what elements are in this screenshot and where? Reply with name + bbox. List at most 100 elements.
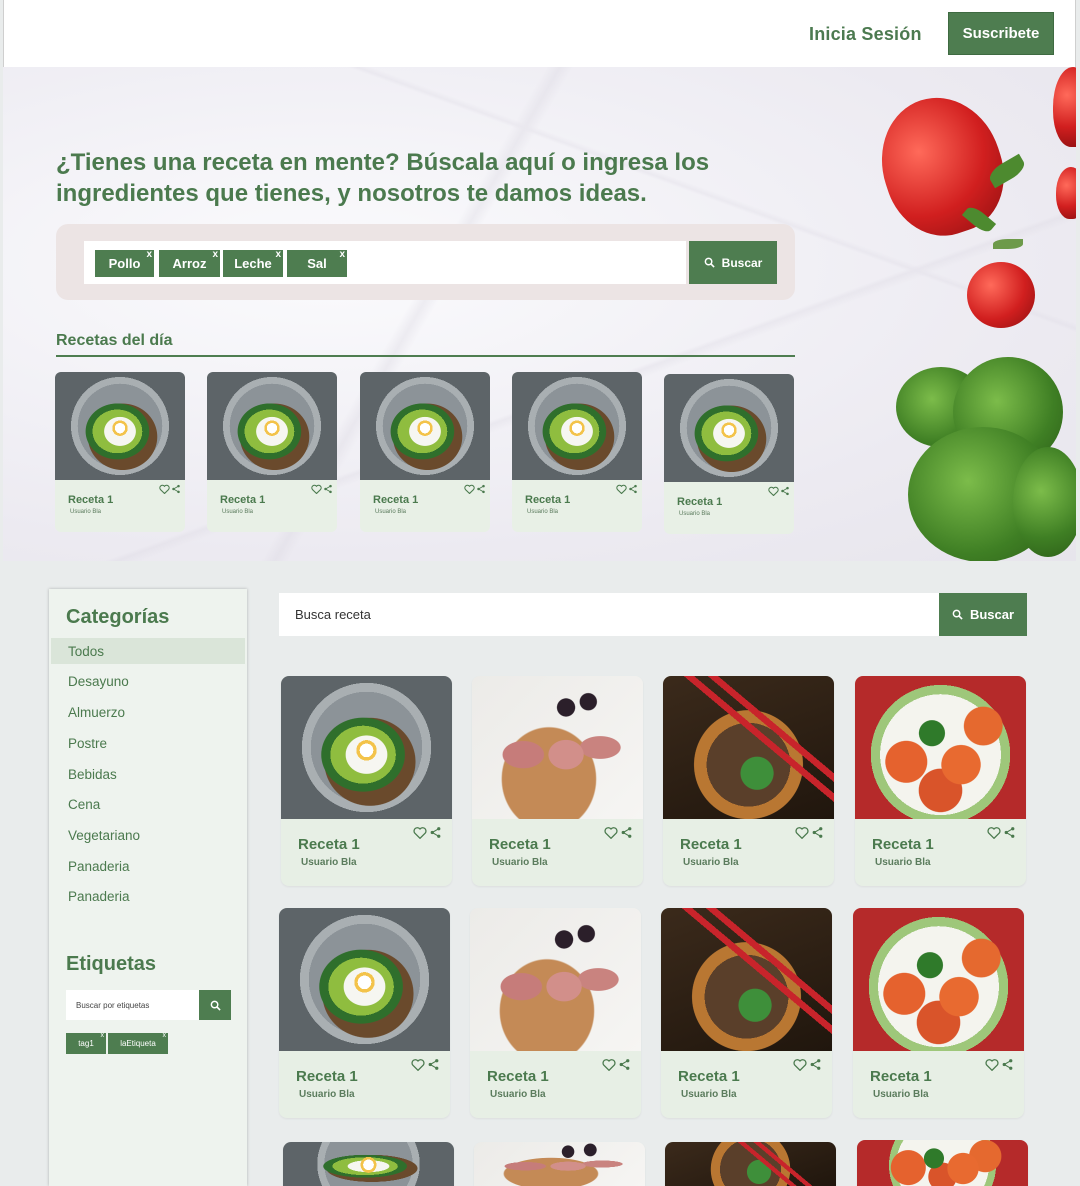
- share-icon[interactable]: [323, 484, 333, 494]
- recipe-card[interactable]: Receta 1 Usuario Bla: [663, 676, 834, 886]
- search-button-label: Buscar: [969, 607, 1015, 622]
- heart-icon[interactable]: [602, 1058, 616, 1071]
- recipe-card[interactable]: [857, 1140, 1028, 1186]
- recipe-author: Usuario Bla: [375, 509, 407, 515]
- category-item-panaderia[interactable]: Panaderia: [51, 853, 245, 879]
- daily-recipe-card[interactable]: Receta 1 Usuario Bla: [55, 372, 185, 532]
- heart-icon[interactable]: [159, 484, 170, 494]
- share-icon[interactable]: [628, 484, 638, 494]
- recipe-image: [360, 372, 490, 480]
- ingredient-chip[interactable]: Pollo x: [95, 249, 154, 277]
- share-icon[interactable]: [429, 826, 442, 839]
- heart-icon[interactable]: [768, 486, 779, 496]
- chip-label: Pollo: [108, 256, 141, 271]
- recipe-card[interactable]: Receta 1 Usuario Bla: [855, 676, 1026, 886]
- category-item-todos[interactable]: Todos: [51, 638, 245, 664]
- category-item-cena[interactable]: Cena: [51, 791, 245, 817]
- login-link[interactable]: Inicia Sesión: [809, 24, 922, 45]
- share-icon[interactable]: [620, 826, 633, 839]
- search-button-label: Buscar: [721, 255, 763, 270]
- recipe-card[interactable]: [283, 1142, 454, 1186]
- share-icon[interactable]: [809, 1058, 822, 1071]
- share-icon[interactable]: [427, 1058, 440, 1071]
- recipe-image: [855, 676, 1026, 819]
- share-icon[interactable]: [618, 1058, 631, 1071]
- recipe-card[interactable]: [474, 1142, 645, 1186]
- recipe-image: [853, 908, 1024, 1051]
- ingredient-search-button[interactable]: Buscar: [689, 241, 777, 284]
- share-icon[interactable]: [811, 826, 824, 839]
- tag-search-button[interactable]: [199, 990, 231, 1020]
- tag-chip-label: laEtiqueta: [120, 1039, 156, 1048]
- recipe-card[interactable]: Receta 1 Usuario Bla: [281, 676, 452, 886]
- recipe-name: Receta 1: [489, 836, 551, 853]
- recipe-card[interactable]: Receta 1 Usuario Bla: [470, 908, 641, 1118]
- recipe-card[interactable]: Receta 1 Usuario Bla: [472, 676, 643, 886]
- daily-recipe-card[interactable]: Receta 1 Usuario Bla: [360, 372, 490, 532]
- recipe-card[interactable]: Receta 1 Usuario Bla: [853, 908, 1024, 1118]
- recipe-card[interactable]: Receta 1 Usuario Bla: [661, 908, 832, 1118]
- subscribe-button[interactable]: Suscribete: [948, 12, 1054, 55]
- recipe-card[interactable]: [665, 1142, 836, 1186]
- chip-remove-icon[interactable]: x: [146, 249, 152, 260]
- categories-title: Categorías: [66, 606, 170, 628]
- heart-icon[interactable]: [793, 1058, 807, 1071]
- heart-icon[interactable]: [604, 826, 618, 839]
- heart-icon[interactable]: [795, 826, 809, 839]
- share-icon[interactable]: [476, 484, 486, 494]
- daily-recipes-title: Recetas del día: [56, 332, 173, 349]
- heart-icon[interactable]: [464, 484, 475, 494]
- recipe-image: [470, 908, 641, 1051]
- heart-icon[interactable]: [411, 1058, 425, 1071]
- tag-chip[interactable]: laEtiqueta x: [108, 1032, 168, 1054]
- search-icon: [210, 1000, 221, 1011]
- recipe-name: Receta 1: [678, 1068, 740, 1085]
- tag-chip[interactable]: tag1 x: [66, 1032, 106, 1054]
- recipe-card[interactable]: Receta 1 Usuario Bla: [279, 908, 450, 1118]
- ingredient-tag-input[interactable]: Pollo x Arroz x Leche x Sal x: [84, 241, 686, 284]
- recipe-name: Receta 1: [68, 494, 114, 506]
- recipe-author: Usuario Bla: [70, 509, 102, 515]
- chip-remove-icon[interactable]: x: [212, 249, 218, 260]
- recipe-author: Usuario Bla: [681, 1089, 737, 1100]
- daily-recipe-card[interactable]: Receta 1 Usuario Bla: [207, 372, 337, 532]
- tag-search-input[interactable]: Buscar por etiquetas: [66, 990, 199, 1020]
- recipe-image: [281, 676, 452, 819]
- share-icon[interactable]: [171, 484, 181, 494]
- chip-label: Sal: [307, 256, 327, 271]
- daily-recipe-card[interactable]: Receta 1 Usuario Bla: [664, 374, 794, 534]
- heart-icon[interactable]: [413, 826, 427, 839]
- heart-icon[interactable]: [311, 484, 322, 494]
- daily-recipe-card[interactable]: Receta 1 Usuario Bla: [512, 372, 642, 532]
- tag-remove-icon[interactable]: x: [101, 1032, 105, 1039]
- recipe-image: [512, 372, 642, 480]
- recipe-author: Usuario Bla: [490, 1089, 546, 1100]
- chip-remove-icon[interactable]: x: [339, 249, 345, 260]
- category-item-panaderia[interactable]: Panaderia: [51, 883, 245, 909]
- chip-remove-icon[interactable]: x: [275, 249, 281, 260]
- category-item-postre[interactable]: Postre: [51, 730, 245, 756]
- recipe-search-input[interactable]: Busca receta: [279, 593, 939, 636]
- heart-icon[interactable]: [985, 1058, 999, 1071]
- heart-icon[interactable]: [987, 826, 1001, 839]
- search-icon: [952, 609, 963, 620]
- heart-icon[interactable]: [616, 484, 627, 494]
- tag-remove-icon[interactable]: x: [163, 1032, 167, 1039]
- recipe-image: [283, 1142, 454, 1186]
- ingredient-chip[interactable]: Arroz x: [159, 249, 220, 277]
- share-icon[interactable]: [1001, 1058, 1014, 1071]
- category-item-bebidas[interactable]: Bebidas: [51, 761, 245, 787]
- ingredient-chip[interactable]: Leche x: [223, 249, 283, 277]
- category-item-almuerzo[interactable]: Almuerzo: [51, 699, 245, 725]
- recipe-name: Receta 1: [525, 494, 571, 506]
- top-bar: Inicia Sesión Suscribete: [3, 0, 1076, 67]
- recipe-name: Receta 1: [870, 1068, 932, 1085]
- share-icon[interactable]: [1003, 826, 1016, 839]
- share-icon[interactable]: [780, 486, 790, 496]
- ingredient-chip[interactable]: Sal x: [287, 249, 347, 277]
- section-divider: [56, 355, 795, 357]
- category-item-desayuno[interactable]: Desayuno: [51, 668, 245, 694]
- recipe-search-button[interactable]: Buscar: [939, 593, 1027, 636]
- recipe-author: Usuario Bla: [527, 509, 559, 515]
- category-item-vegetariano[interactable]: Vegetariano: [51, 822, 245, 848]
